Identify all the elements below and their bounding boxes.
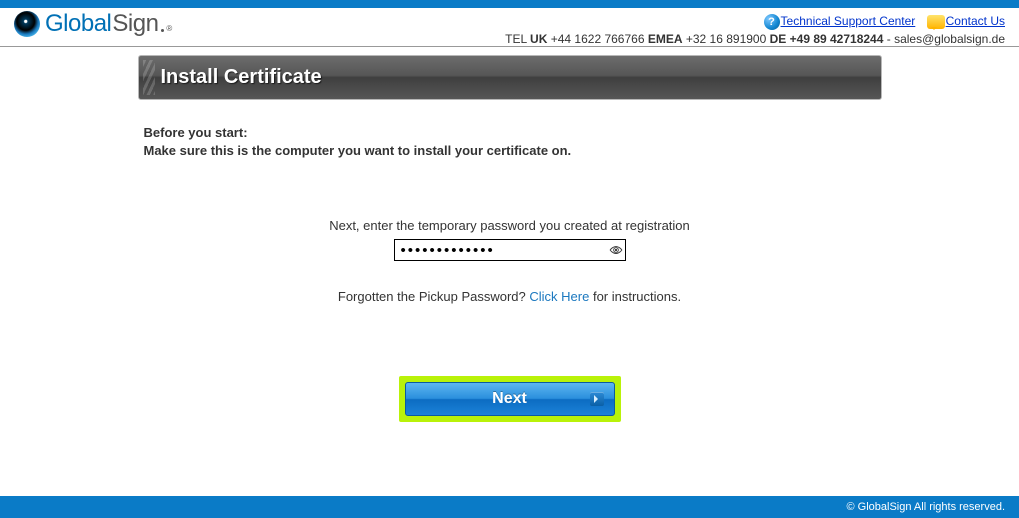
footer: © GlobalSign All rights reserved. — [0, 496, 1019, 518]
logo: Global Sign ® — [14, 10, 172, 40]
contact-line: TEL UK +44 1622 766766 EMEA +32 16 89190… — [505, 32, 1005, 46]
de-number: +49 89 42718244 — [790, 32, 884, 46]
temporary-password-input[interactable] — [395, 240, 606, 260]
logo-dot — [161, 29, 164, 32]
forgot-pre: Forgotten the Pickup Password? — [338, 289, 530, 304]
main-content: Install Certificate Before you start: Ma… — [0, 47, 1019, 496]
separator: - — [883, 32, 894, 46]
header: Global Sign ® ?Technical Support Center … — [0, 8, 1019, 47]
intro-line-2: Make sure this is the computer you want … — [144, 142, 882, 160]
header-right: ?Technical Support Center Contact Us TEL… — [505, 10, 1005, 46]
panel: Install Certificate Before you start: Ma… — [138, 55, 882, 422]
header-links: ?Technical Support Center Contact Us — [505, 14, 1005, 30]
uk-number: +44 1622 766766 — [551, 32, 645, 46]
logo-registered-mark: ® — [166, 24, 172, 33]
password-hint: Next, enter the temporary password you c… — [138, 218, 882, 233]
password-field-wrapper — [394, 239, 626, 261]
chat-icon — [927, 15, 945, 29]
forgot-password-link[interactable]: Click Here — [529, 289, 589, 304]
reveal-password-icon[interactable] — [606, 240, 625, 260]
logo-text-global: Global — [45, 10, 111, 38]
emea-label: EMEA — [648, 32, 683, 46]
sales-email: sales@globalsign.de — [894, 32, 1005, 46]
de-label: DE — [770, 32, 787, 46]
emea-number: +32 16 891900 — [686, 32, 766, 46]
uk-label: UK — [530, 32, 547, 46]
help-icon: ? — [764, 14, 780, 30]
globalsign-eye-icon — [14, 11, 40, 37]
page-title: Install Certificate — [138, 55, 882, 100]
next-button-label: Next — [492, 390, 527, 408]
intro-line-1: Before you start: — [144, 124, 882, 142]
logo-text-sign: Sign — [112, 10, 158, 38]
technical-support-link[interactable]: Technical Support Center — [781, 14, 916, 28]
arrow-right-icon — [590, 392, 604, 406]
top-accent-bar — [0, 0, 1019, 8]
next-button[interactable]: Next — [405, 382, 615, 416]
contact-us-link[interactable]: Contact Us — [946, 14, 1005, 28]
forgot-post: for instructions. — [589, 289, 681, 304]
form-area: Next, enter the temporary password you c… — [138, 218, 882, 422]
intro-block: Before you start: Make sure this is the … — [138, 100, 882, 160]
forgotten-password-text: Forgotten the Pickup Password? Click Her… — [138, 289, 882, 304]
tel-label: TEL — [505, 32, 527, 46]
next-button-highlight: Next — [399, 376, 621, 422]
footer-copyright: © GlobalSign All rights reserved. — [846, 501, 1005, 513]
next-button-container: Next — [138, 376, 882, 422]
